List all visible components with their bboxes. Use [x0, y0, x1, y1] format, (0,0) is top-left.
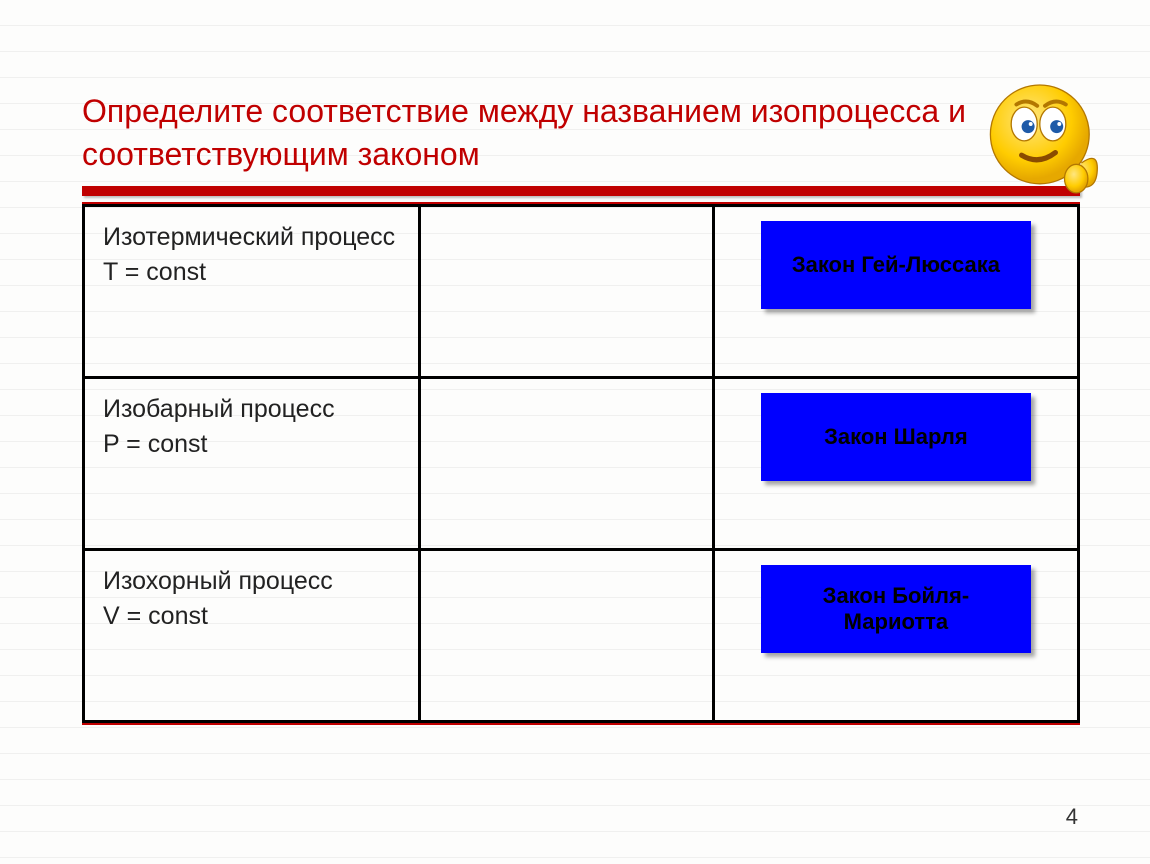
drop-target-cell[interactable]	[420, 378, 714, 550]
law-card[interactable]: Закон Бойля-Мариотта	[761, 565, 1031, 653]
law-card[interactable]: Закон Гей-Люссака	[761, 221, 1031, 309]
process-equation: P = const	[103, 430, 400, 459]
table-row: Изохорный процесс V = const Закон Бойля-…	[84, 550, 1079, 722]
law-cell: Закон Шарля	[713, 378, 1078, 550]
process-cell: Изобарный процесс P = const	[84, 378, 420, 550]
law-cell: Закон Гей-Люссака	[713, 206, 1078, 378]
process-name: Изотермический процесс	[103, 221, 400, 254]
process-equation: T = const	[103, 258, 400, 287]
page-number: 4	[1066, 804, 1078, 830]
table-row: Изотермический процесс T = const Закон Г…	[84, 206, 1079, 378]
process-cell: Изотермический процесс T = const	[84, 206, 420, 378]
process-name: Изохорный процесс	[103, 565, 400, 598]
slide-title: Определите соответствие между названием …	[82, 90, 982, 176]
drop-target-cell[interactable]	[420, 206, 714, 378]
law-cell: Закон Бойля-Мариотта	[713, 550, 1078, 722]
table-row: Изобарный процесс P = const Закон Шарля	[84, 378, 1079, 550]
process-equation: V = const	[103, 602, 400, 631]
process-name: Изобарный процесс	[103, 393, 400, 426]
matching-table: Изотермический процесс T = const Закон Г…	[82, 204, 1080, 723]
bottom-rule	[82, 723, 1080, 725]
slide: Определите соответствие между названием …	[0, 0, 1150, 864]
process-cell: Изохорный процесс V = const	[84, 550, 420, 722]
title-underline-thick	[82, 186, 1080, 196]
law-card[interactable]: Закон Шарля	[761, 393, 1031, 481]
thinking-emoji-icon	[980, 72, 1110, 202]
drop-target-cell[interactable]	[420, 550, 714, 722]
